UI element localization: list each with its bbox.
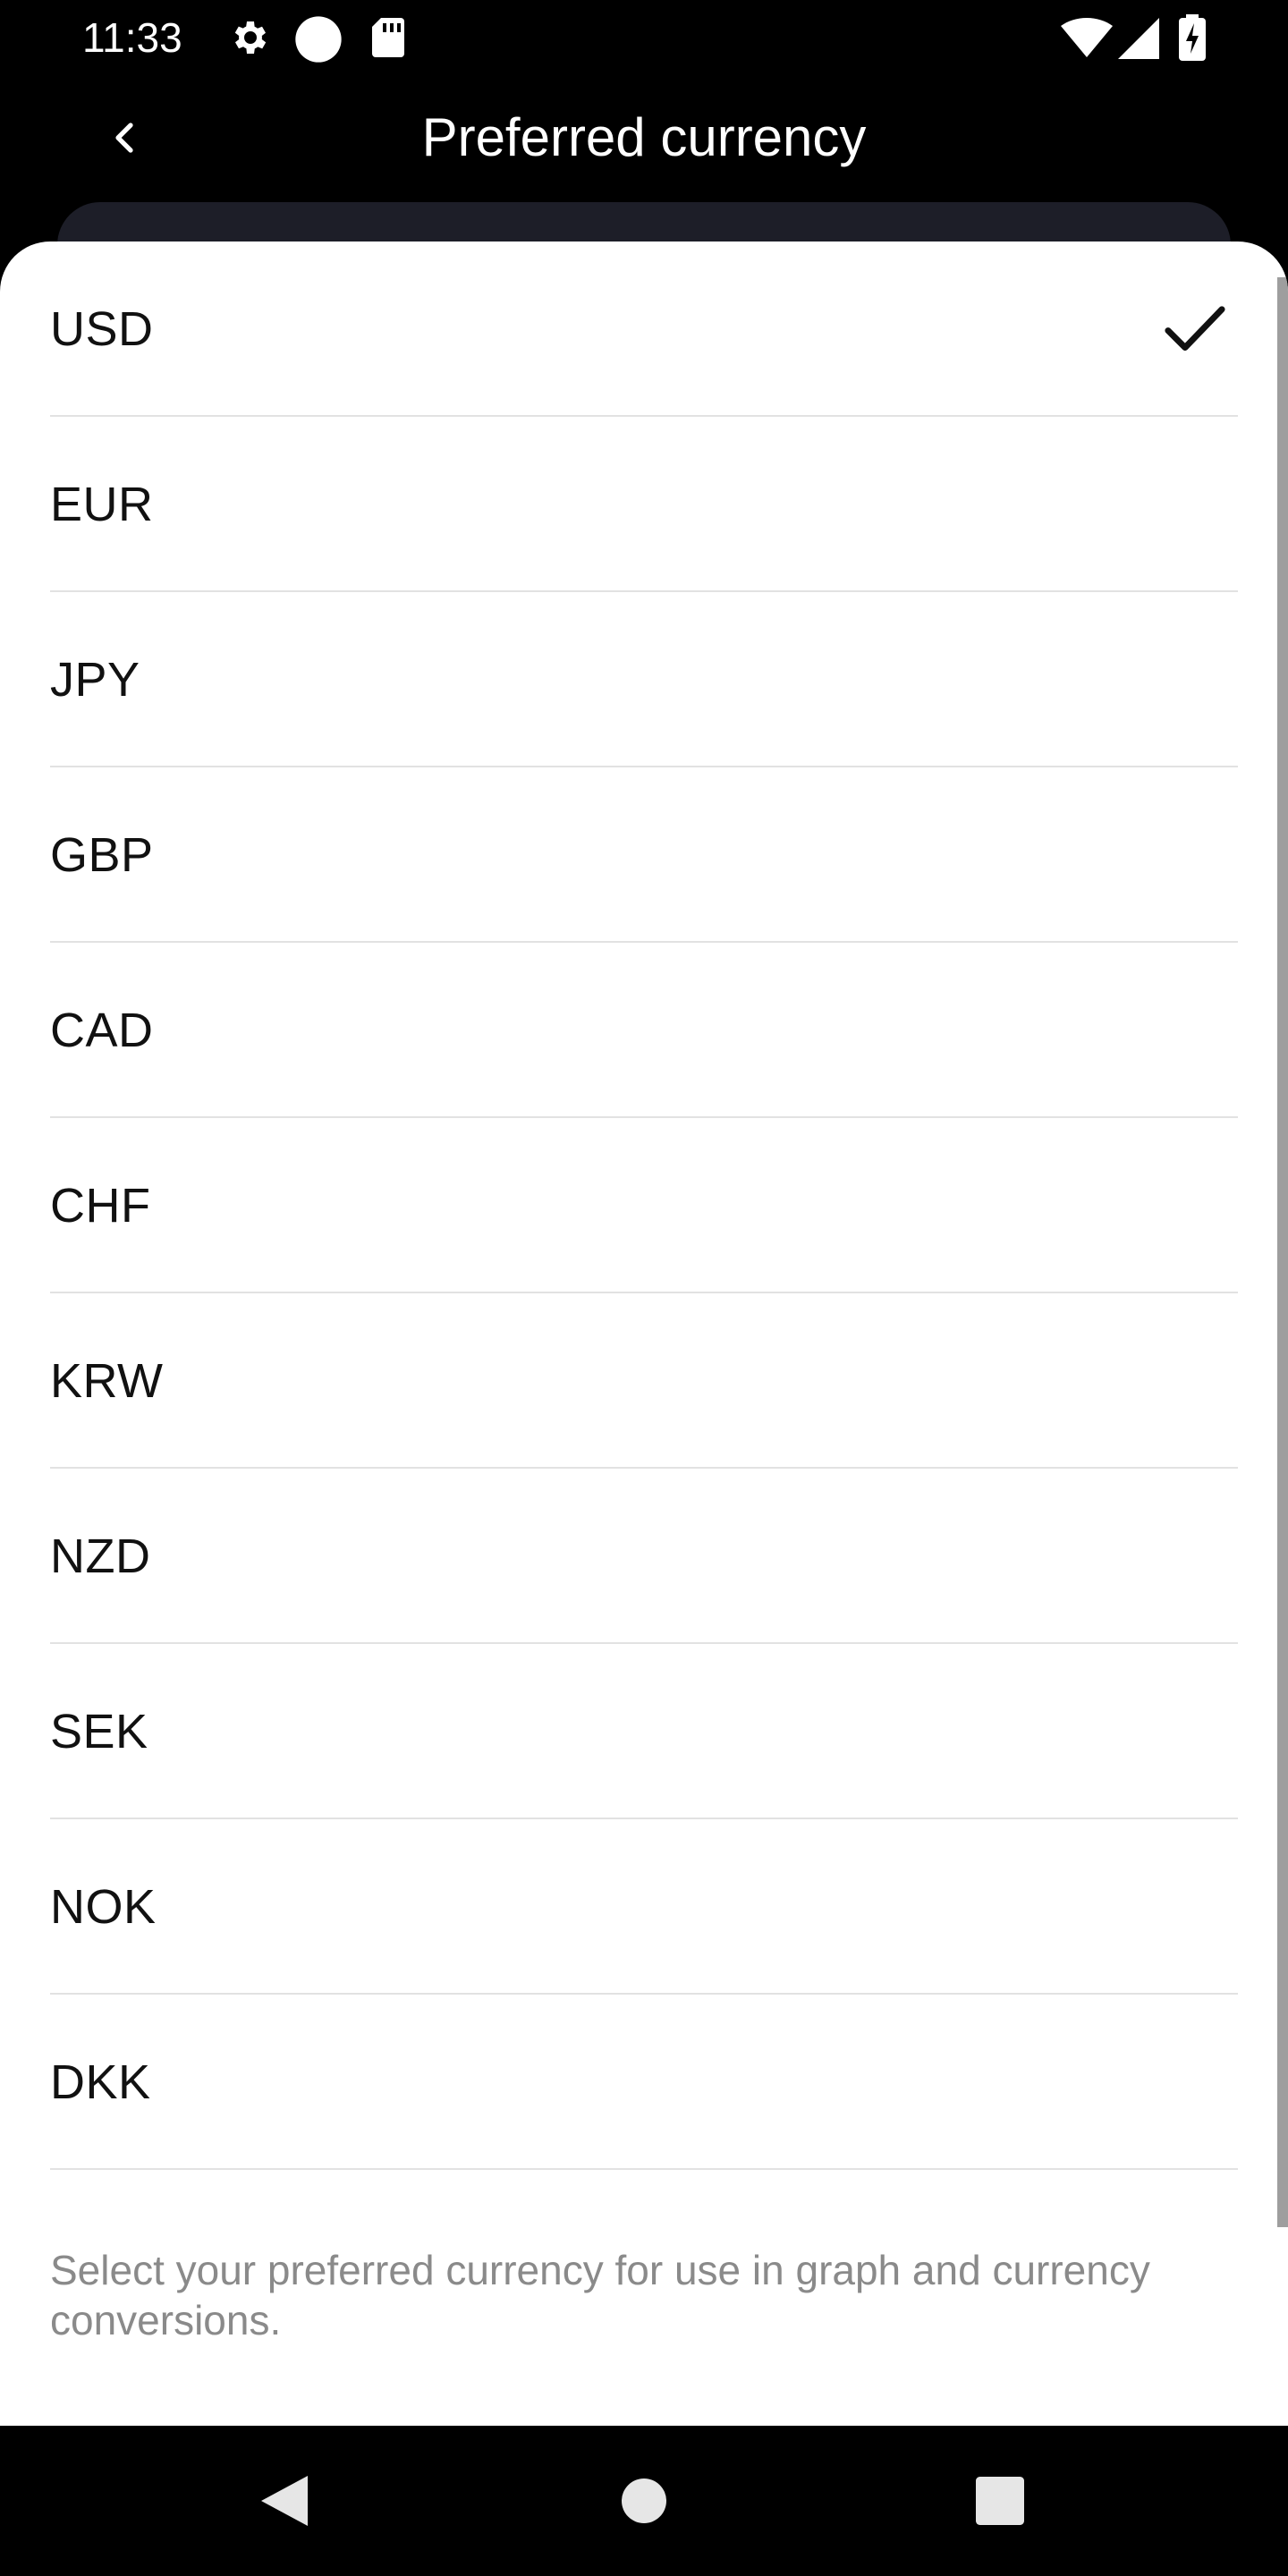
app-bar: Preferred currency <box>0 75 1288 200</box>
page-title: Preferred currency <box>421 107 867 167</box>
currency-item-cad[interactable]: CAD <box>50 943 1238 1118</box>
currency-sheet: USD EUR JPY GBP CAD CHF KRW NZD SEK NOK … <box>0 242 1288 2426</box>
currency-item-gbp[interactable]: GBP <box>50 767 1238 943</box>
circle-icon <box>295 16 342 63</box>
status-time: 11:33 <box>82 14 182 61</box>
currency-item-usd[interactable]: USD <box>50 242 1238 417</box>
sd-card-icon <box>372 18 404 57</box>
recents-square-icon <box>976 2477 1024 2525</box>
currency-list: USD EUR JPY GBP CAD CHF KRW NZD SEK NOK … <box>50 242 1238 2170</box>
scrollbar[interactable] <box>1277 277 1288 2227</box>
currency-item-sek[interactable]: SEK <box>50 1644 1238 1819</box>
navigation-bar <box>0 2426 1288 2576</box>
wifi-icon <box>1061 18 1113 57</box>
currency-item-nok[interactable]: NOK <box>50 1819 1238 1995</box>
back-triangle-icon <box>261 2476 308 2526</box>
status-bar: 11:33 <box>0 0 1288 75</box>
currency-item-krw[interactable]: KRW <box>50 1293 1238 1469</box>
currency-label: NZD <box>50 1530 151 1583</box>
currency-item-jpy[interactable]: JPY <box>50 592 1238 767</box>
nav-back-button[interactable] <box>240 2456 329 2546</box>
checkmark-icon <box>1165 306 1225 352</box>
currency-label: CAD <box>50 1004 154 1057</box>
home-circle-icon <box>622 2479 666 2523</box>
nav-home-button[interactable] <box>599 2456 689 2546</box>
signal-icon <box>1118 18 1159 59</box>
gear-icon <box>234 21 267 54</box>
currency-label: NOK <box>50 1880 157 1934</box>
currency-label: KRW <box>50 1354 164 1408</box>
battery-charging-icon <box>1179 14 1206 61</box>
currency-label: EUR <box>50 478 154 531</box>
nav-recents-button[interactable] <box>955 2456 1045 2546</box>
currency-item-chf[interactable]: CHF <box>50 1118 1238 1293</box>
currency-label: JPY <box>50 653 140 707</box>
currency-item-dkk[interactable]: DKK <box>50 1995 1238 2170</box>
currency-label: GBP <box>50 828 154 882</box>
currency-label: DKK <box>50 2055 151 2109</box>
currency-label: SEK <box>50 1705 148 1758</box>
helper-text: Select your preferred currency for use i… <box>50 2247 1150 2343</box>
currency-item-eur[interactable]: EUR <box>50 417 1238 592</box>
currency-label: USD <box>50 302 154 356</box>
currency-item-nzd[interactable]: NZD <box>50 1469 1238 1644</box>
currency-label: CHF <box>50 1179 151 1233</box>
